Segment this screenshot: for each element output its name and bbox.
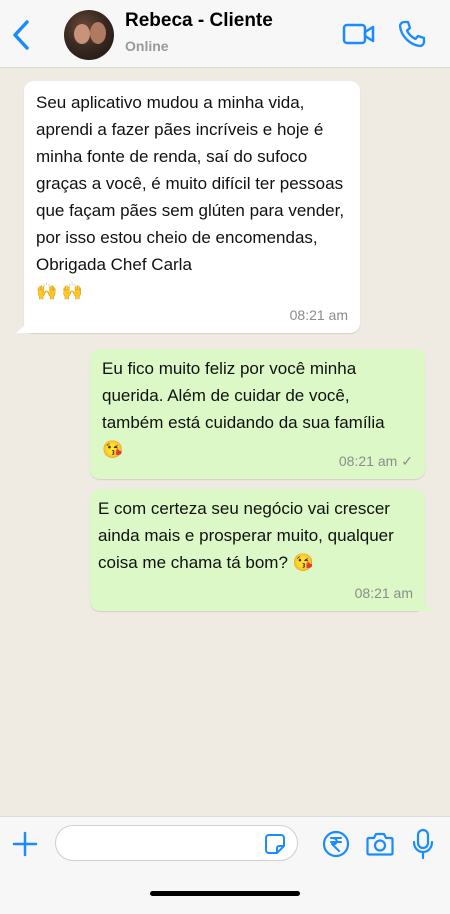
back-button[interactable] xyxy=(8,18,34,52)
sticker-button[interactable] xyxy=(264,833,286,855)
message-text: Eu fico muito feliz por você minha queri… xyxy=(102,359,385,459)
phone-icon xyxy=(398,20,426,48)
composer-bar xyxy=(0,816,450,914)
message-incoming[interactable]: Seu aplicativo mudou a minha vida, apren… xyxy=(24,81,360,333)
message-text: E com certeza seu negócio vai crescer ai… xyxy=(98,499,399,572)
chat-header: Rebeca - Cliente Online xyxy=(0,0,450,68)
message-time: 08:21 am xyxy=(289,307,348,323)
plus-icon xyxy=(12,831,38,857)
message-time-wrapper: 08:21 am ✓ xyxy=(339,448,413,475)
message-time: 08:21 am xyxy=(354,585,413,601)
microphone-icon xyxy=(412,828,434,860)
message-input[interactable] xyxy=(55,825,298,861)
attach-button[interactable] xyxy=(12,831,38,857)
chat-area[interactable]: Seu aplicativo mudou a minha vida, apren… xyxy=(0,68,450,816)
avatar-photo-2 xyxy=(90,22,106,44)
avatar-photo xyxy=(74,24,90,44)
payment-button[interactable] xyxy=(322,830,350,858)
video-camera-icon xyxy=(342,23,375,45)
message-outgoing[interactable]: Eu fico muito feliz por você minha queri… xyxy=(90,349,425,479)
video-call-button[interactable] xyxy=(342,20,376,48)
voice-call-button[interactable] xyxy=(396,18,428,50)
sticker-icon xyxy=(265,834,285,854)
camera-icon xyxy=(366,832,394,856)
sent-check-icon: ✓ xyxy=(401,453,413,469)
rupee-payment-icon xyxy=(322,830,350,858)
voice-message-button[interactable] xyxy=(412,828,434,860)
message-outgoing[interactable]: E com certeza seu negócio vai crescer ai… xyxy=(90,489,425,611)
chevron-left-icon xyxy=(13,20,29,50)
avatar[interactable] xyxy=(64,10,114,60)
contact-name[interactable]: Rebeca - Cliente xyxy=(125,10,273,32)
message-text: Seu aplicativo mudou a minha vida, apren… xyxy=(36,93,345,301)
camera-button[interactable] xyxy=(366,831,394,857)
message-time: 08:21 am xyxy=(338,453,398,469)
home-indicator[interactable] xyxy=(150,891,300,896)
contact-status: Online xyxy=(125,38,169,54)
